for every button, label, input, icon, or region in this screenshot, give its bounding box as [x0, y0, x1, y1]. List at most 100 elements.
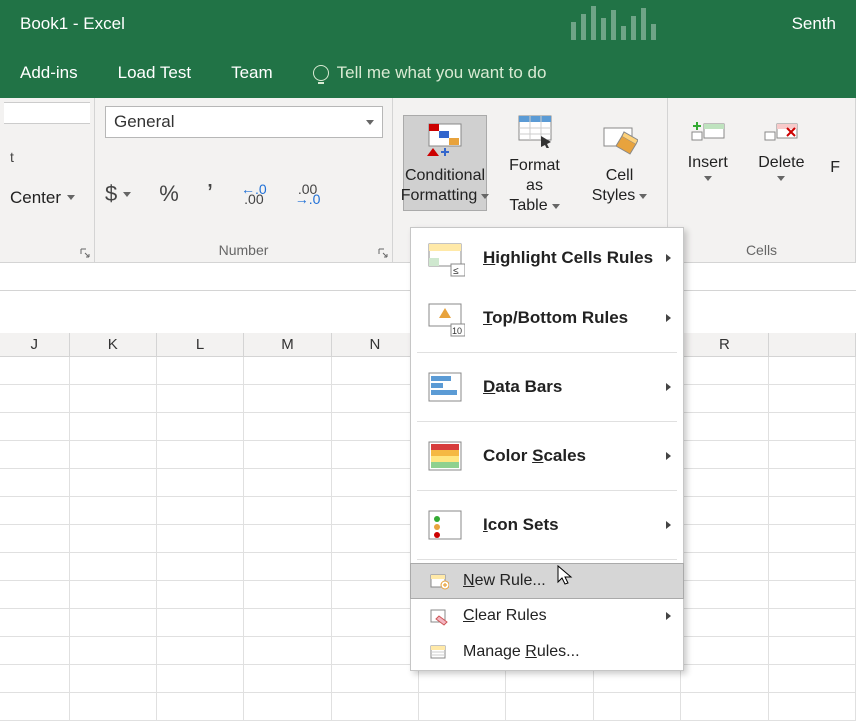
cell[interactable] — [769, 441, 856, 469]
cell[interactable] — [244, 581, 331, 609]
format-cells-button[interactable]: F — [825, 125, 845, 177]
cell[interactable] — [681, 413, 768, 441]
tab-team[interactable]: Team — [231, 63, 273, 83]
cell[interactable] — [332, 553, 419, 581]
menu-top-bottom-rules[interactable]: 10 Top/Bottom Rules — [411, 288, 683, 348]
cell[interactable] — [244, 385, 331, 413]
cell[interactable] — [70, 637, 157, 665]
menu-icon-sets[interactable]: Icon Sets — [411, 495, 683, 555]
cell[interactable] — [157, 637, 244, 665]
col-header[interactable]: M — [244, 333, 331, 356]
cell[interactable] — [681, 357, 768, 385]
cell[interactable] — [769, 469, 856, 497]
cell[interactable] — [769, 497, 856, 525]
cell-styles-button[interactable]: Cell Styles — [582, 116, 657, 210]
tab-load-test[interactable]: Load Test — [118, 63, 191, 83]
cell[interactable] — [244, 525, 331, 553]
col-header[interactable]: K — [70, 333, 157, 356]
cell[interactable] — [244, 357, 331, 385]
insert-cells-button[interactable]: Insert — [678, 120, 738, 181]
cell[interactable] — [70, 525, 157, 553]
cell[interactable] — [70, 385, 157, 413]
decrease-decimal-button[interactable]: .00→.0 — [295, 184, 321, 204]
cell[interactable] — [244, 553, 331, 581]
cell[interactable] — [419, 693, 506, 721]
percent-button[interactable]: % — [159, 181, 179, 207]
col-header[interactable]: N — [332, 333, 419, 356]
cell[interactable] — [332, 637, 419, 665]
cell[interactable] — [157, 357, 244, 385]
cell[interactable] — [70, 441, 157, 469]
cell[interactable] — [0, 581, 70, 609]
cell[interactable] — [70, 609, 157, 637]
cell[interactable] — [70, 665, 157, 693]
cell[interactable] — [0, 357, 70, 385]
cell[interactable] — [681, 693, 768, 721]
menu-data-bars[interactable]: Data Bars — [411, 357, 683, 417]
cell[interactable] — [70, 413, 157, 441]
cell[interactable] — [0, 497, 70, 525]
col-header[interactable]: J — [0, 333, 70, 356]
cell[interactable] — [681, 609, 768, 637]
cell[interactable] — [157, 665, 244, 693]
cell[interactable] — [0, 637, 70, 665]
cell[interactable] — [157, 581, 244, 609]
center-align-button[interactable]: Center — [10, 183, 84, 213]
cell[interactable] — [681, 497, 768, 525]
cell[interactable] — [769, 357, 856, 385]
cell[interactable] — [332, 609, 419, 637]
cell[interactable] — [769, 525, 856, 553]
cell[interactable] — [0, 469, 70, 497]
cell[interactable] — [506, 693, 593, 721]
cell[interactable] — [157, 553, 244, 581]
tell-me-search[interactable]: Tell me what you want to do — [313, 63, 547, 83]
cell[interactable] — [681, 581, 768, 609]
cell[interactable] — [769, 553, 856, 581]
cell[interactable] — [157, 413, 244, 441]
cell[interactable] — [0, 413, 70, 441]
increase-decimal-button[interactable]: ←.0.00 — [241, 184, 267, 204]
cell[interactable] — [681, 525, 768, 553]
cell[interactable] — [332, 385, 419, 413]
cell[interactable] — [70, 581, 157, 609]
cell[interactable] — [244, 497, 331, 525]
cell[interactable] — [681, 441, 768, 469]
cell[interactable] — [332, 525, 419, 553]
dialog-launcher-icon[interactable] — [80, 248, 90, 258]
cell[interactable] — [681, 637, 768, 665]
tab-addins[interactable]: Add-ins — [20, 63, 78, 83]
dialog-launcher-icon[interactable] — [378, 248, 388, 258]
cell[interactable] — [332, 357, 419, 385]
cell[interactable] — [244, 441, 331, 469]
cell[interactable] — [769, 609, 856, 637]
cell[interactable] — [70, 497, 157, 525]
cell[interactable] — [157, 441, 244, 469]
cell[interactable] — [157, 385, 244, 413]
cell[interactable] — [769, 637, 856, 665]
cell[interactable] — [70, 357, 157, 385]
currency-button[interactable]: $ — [105, 181, 131, 207]
delete-cells-button[interactable]: Delete — [752, 120, 812, 181]
cell[interactable] — [681, 665, 768, 693]
menu-color-scales[interactable]: Color Scales — [411, 426, 683, 486]
menu-highlight-cells-rules[interactable]: ≤ Highlight Cells Rules — [411, 228, 683, 288]
cell[interactable] — [157, 693, 244, 721]
cell[interactable] — [769, 413, 856, 441]
cell[interactable] — [332, 693, 419, 721]
cell[interactable] — [332, 469, 419, 497]
menu-new-rule[interactable]: New Rule... — [410, 563, 684, 599]
cell[interactable] — [594, 693, 681, 721]
cell[interactable] — [244, 637, 331, 665]
cell[interactable] — [157, 609, 244, 637]
cell[interactable] — [769, 581, 856, 609]
cell[interactable] — [244, 413, 331, 441]
cell[interactable] — [0, 385, 70, 413]
cell[interactable] — [244, 469, 331, 497]
comma-button[interactable]: ’ — [207, 189, 213, 199]
number-format-combo[interactable]: General — [105, 106, 383, 138]
cell[interactable] — [681, 385, 768, 413]
cell[interactable] — [70, 693, 157, 721]
user-name[interactable]: Senth — [792, 14, 836, 34]
cell[interactable] — [244, 665, 331, 693]
cell[interactable] — [0, 665, 70, 693]
